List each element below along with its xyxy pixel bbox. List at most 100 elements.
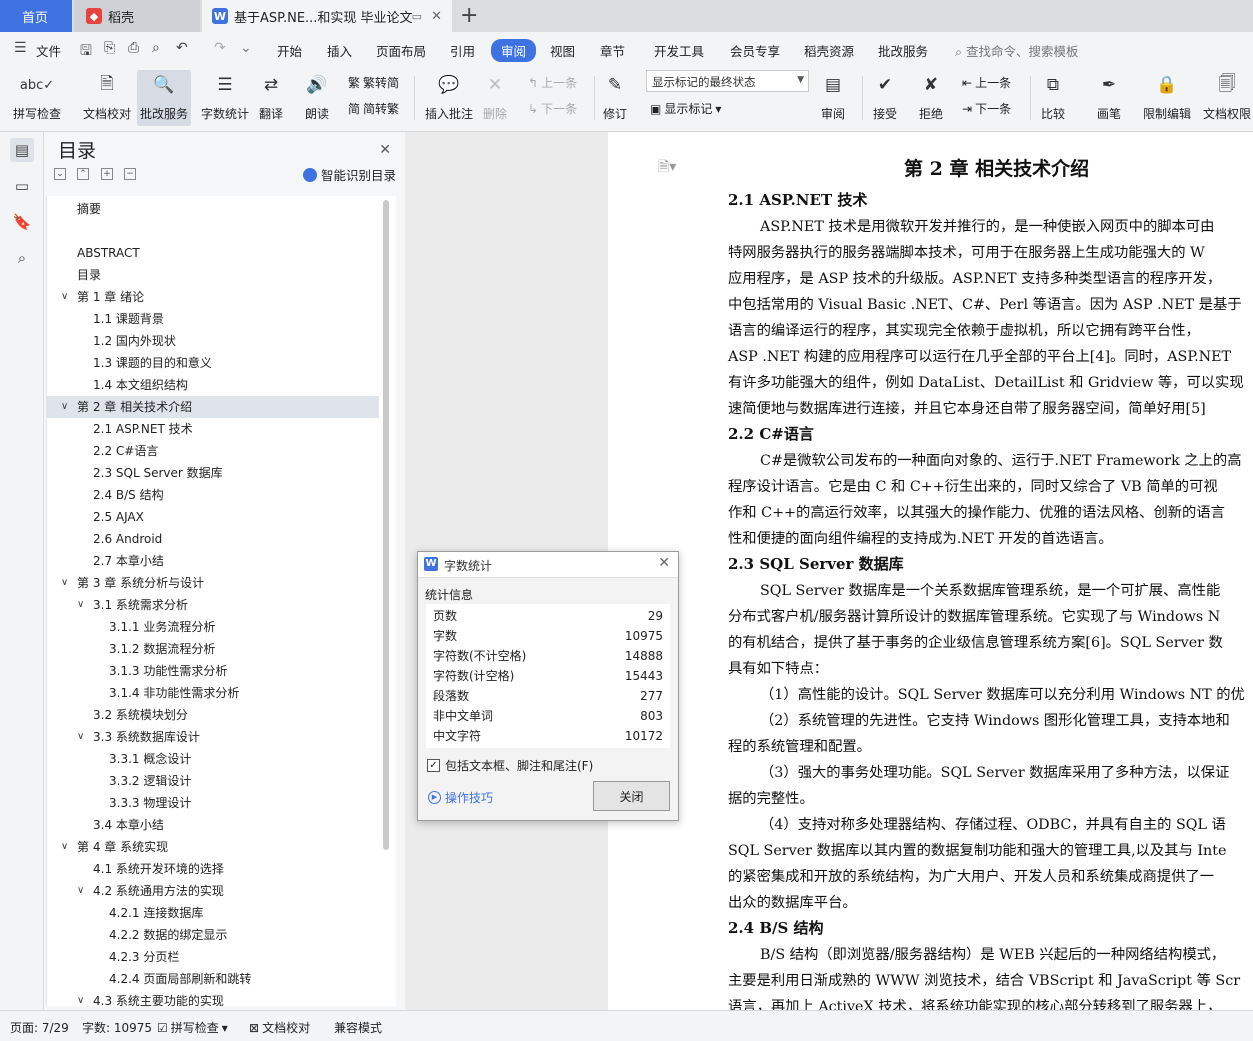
toc-item[interactable]: 4.2.1 连接数据库 — [47, 902, 379, 924]
status-doc-proof[interactable]: ⊠ 文档校对 — [249, 1019, 310, 1036]
menu-correction-service[interactable]: 批改服务 — [878, 41, 928, 60]
toc-item[interactable]: 3.3.2 逻辑设计 — [47, 770, 379, 792]
tab-daoke[interactable]: ◆ 稻壳 — [74, 0, 200, 32]
menu-insert[interactable]: 插入 — [327, 41, 352, 60]
chevron-down-icon[interactable]: ∨ — [77, 880, 84, 902]
print-preview-icon[interactable]: ⌕ — [152, 40, 160, 56]
toc-item[interactable]: ∨ 第 1 章 绪论 — [47, 286, 379, 308]
toc-item[interactable]: 3.1.4 非功能性需求分析 — [47, 682, 379, 704]
close-icon[interactable]: ✕ — [658, 555, 670, 571]
compare-button[interactable]: ⧉ 比较 — [1038, 70, 1068, 126]
toc-item[interactable]: 2.3 SQL Server 数据库 — [47, 462, 379, 484]
chevron-down-icon[interactable]: ∨ — [77, 726, 84, 748]
delete-comment-button[interactable]: ✕ 删除 — [480, 70, 510, 126]
document-page[interactable]: 🗎▾ 第 2 章 相关技术介绍 2.1 ASP.NET 技术 ASP.NET 技术是… — [608, 132, 1253, 1010]
toc-item[interactable]: ∨ 4.3 系统主要功能的实现 — [47, 990, 379, 1006]
read-aloud-button[interactable]: 🔊 朗读 — [302, 70, 332, 126]
doc-proof-button[interactable]: 🗎 文档校对 — [80, 70, 134, 126]
menu-file[interactable]: 文件 — [36, 41, 61, 60]
collapse-all-icon[interactable]: ⌄ — [54, 168, 66, 180]
toc-item[interactable]: 2.1 ASP.NET 技术 — [47, 418, 379, 440]
word-count-button[interactable]: ☰ 字数统计 — [198, 70, 252, 126]
search-icon[interactable]: ⌕ — [10, 246, 34, 270]
spellcheck-button[interactable]: abc✓ 拼写检查 — [10, 70, 64, 126]
review-pane-button[interactable]: ▤ 审阅 — [818, 70, 848, 126]
close-tab-icon[interactable]: ✕ — [431, 9, 442, 24]
toc-item[interactable]: ∨ 3.3 系统数据库设计 — [47, 726, 379, 748]
doc-permission-button[interactable]: 🗐 文档权限 — [1200, 70, 1253, 126]
show-markup-button[interactable]: ▣ 显示标记 ▾ — [650, 100, 721, 117]
toc-nav-icon[interactable]: ▤ — [10, 138, 34, 162]
toc-item[interactable]: 4.2.4 页面局部刷新和跳转 — [47, 968, 379, 990]
toc-item[interactable]: ∨ 第 2 章 相关技术介绍 — [47, 396, 379, 418]
toc-scrollbar[interactable] — [383, 200, 389, 850]
more-icon[interactable]: ⌄ — [240, 40, 252, 56]
menu-page-layout[interactable]: 页面布局 — [376, 41, 426, 60]
toc-item[interactable]: 3.3.3 物理设计 — [47, 792, 379, 814]
simp-to-trad-button[interactable]: 简 简转繁 — [348, 100, 399, 117]
prev-comment-button[interactable]: ↰ 上一条 — [528, 74, 577, 91]
correction-service-button[interactable]: 🔍 批改服务 — [137, 70, 192, 126]
page-menu-icon[interactable]: 🗎▾ — [658, 156, 676, 180]
chevron-down-icon[interactable]: ∨ — [61, 836, 68, 858]
prev-change-button[interactable]: ⇤ 上一条 — [962, 74, 1011, 91]
toc-item[interactable]: ∨ 4.2 系统通用方法的实现 — [47, 880, 379, 902]
toc-item[interactable]: ∨ 第 4 章 系统实现 — [47, 836, 379, 858]
tab-home[interactable]: 首页 — [0, 0, 72, 32]
translate-button[interactable]: ⇄ 翻译 — [256, 70, 286, 126]
toc-item[interactable]: 1.1 课题背景 — [47, 308, 379, 330]
chevron-down-icon[interactable]: ∨ — [61, 286, 68, 308]
toc-item[interactable]: 1.2 国内外现状 — [47, 330, 379, 352]
tab-document[interactable]: W 基于ASP.NE...和实现 毕业论文 ▭ ✕ — [202, 0, 452, 32]
toc-item[interactable]: 4.1 系统开发环境的选择 — [47, 858, 379, 880]
redo-icon[interactable]: ↷ — [214, 40, 226, 56]
expand-all-icon[interactable]: ⌃ — [77, 168, 89, 180]
word-count-indicator[interactable]: 字数: 10975 — [82, 1019, 152, 1036]
include-textbox-checkbox[interactable]: ✓ 包括文本框、脚注和尾注(F) — [427, 757, 593, 774]
restrict-edit-button[interactable]: 🔒 限制编辑 — [1140, 70, 1194, 126]
close-button[interactable]: 关闭 — [593, 781, 670, 811]
toc-item[interactable]: 2.7 本章小结 — [47, 550, 379, 572]
markup-mode-select[interactable]: 显示标记的最终状态 ▼ — [646, 70, 809, 92]
hamburger-icon[interactable]: ☰ — [14, 40, 27, 56]
toc-item[interactable]: ∨ 3.1 系统需求分析 — [47, 594, 379, 616]
dialog-titlebar[interactable]: W 字数统计 ✕ — [418, 552, 678, 578]
export-pdf-icon[interactable]: ⎘ — [104, 40, 115, 56]
toc-item[interactable]: 4.2.3 分页栏 — [47, 946, 379, 968]
toc-item[interactable]: 摘要 — [47, 198, 379, 220]
close-icon[interactable]: ✕ — [379, 142, 391, 158]
toc-item[interactable]: 2.6 Android — [47, 528, 379, 550]
menu-member[interactable]: 会员专享 — [730, 41, 780, 60]
toc-item[interactable]: 3.3.1 概念设计 — [47, 748, 379, 770]
smart-toc-button[interactable]: 智能识别目录 — [303, 165, 396, 184]
toc-item[interactable]: 4.2.2 数据的绑定显示 — [47, 924, 379, 946]
pen-button[interactable]: ✒ 画笔 — [1094, 70, 1124, 126]
page-indicator[interactable]: 页面: 7/29 — [10, 1019, 69, 1036]
toc-item[interactable]: 目录 — [47, 264, 379, 286]
menu-developer[interactable]: 开发工具 — [654, 41, 704, 60]
menu-daoke-resources[interactable]: 稻壳资源 — [804, 41, 854, 60]
trad-to-simp-button[interactable]: 繁 繁转简 — [348, 74, 399, 91]
toc-item[interactable]: ABSTRACT — [47, 242, 379, 264]
chevron-down-icon[interactable]: ∨ — [61, 396, 68, 418]
menu-chapter[interactable]: 章节 — [600, 41, 625, 60]
toc-item[interactable]: 3.1.3 功能性需求分析 — [47, 660, 379, 682]
print-icon[interactable]: ⎙ — [128, 40, 139, 56]
toc-item[interactable]: 3.2 系统模块划分 — [47, 704, 379, 726]
menu-start[interactable]: 开始 — [277, 41, 302, 60]
toc-item[interactable]: 1.4 本文组织结构 — [47, 374, 379, 396]
chevron-down-icon[interactable]: ∨ — [77, 594, 84, 616]
track-changes-button[interactable]: ✎ 修订 — [600, 70, 630, 126]
toc-item[interactable]: 2.2 C#语言 — [47, 440, 379, 462]
insert-comment-button[interactable]: 💬 插入批注 — [422, 70, 476, 126]
command-search-input[interactable]: ⌕ 查找命令、搜索模板 — [955, 41, 1079, 60]
pin-icon[interactable]: ▭ — [412, 10, 422, 23]
toc-item[interactable]: 3.4 本章小结 — [47, 814, 379, 836]
tips-link[interactable]: ▶ 操作技巧 — [428, 789, 493, 806]
next-comment-button[interactable]: ↳ 下一条 — [528, 100, 577, 117]
chapter-nav-icon[interactable]: ▭ — [10, 174, 34, 198]
add-heading-icon[interactable]: + — [101, 168, 113, 180]
status-spellcheck[interactable]: ☑ 拼写检查 ▾ — [157, 1019, 228, 1036]
toc-item[interactable]: 2.5 AJAX — [47, 506, 379, 528]
chevron-down-icon[interactable]: ∨ — [61, 572, 68, 594]
